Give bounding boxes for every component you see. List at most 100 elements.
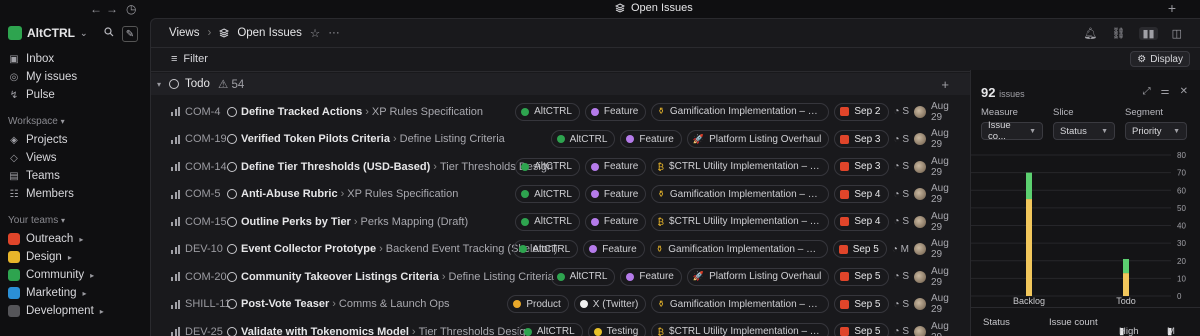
issue-row[interactable]: COM-14 Define Tier Thresholds (USD-Based)… <box>151 153 971 180</box>
priority-bars-icon[interactable] <box>171 299 180 309</box>
assignee-avatar[interactable] <box>914 325 926 336</box>
segment-select[interactable]: Priority ▼ <box>1125 122 1187 140</box>
cycle-date-chip[interactable]: Sep 3 <box>834 157 889 176</box>
col-issue-count[interactable]: Issue count <box>1049 317 1098 328</box>
sidebar-item-teams[interactable]: ▤ Teams <box>8 168 60 184</box>
team-chip[interactable]: AltCTRL <box>515 102 580 121</box>
issue-title[interactable]: Outline Perks by Tier › Perks Mapping (Dra… <box>241 216 468 228</box>
project-chip[interactable]: ₿ $CTRL Utility Implementation – Tiers <box>651 157 830 176</box>
estimate-label[interactable]: ◔ S <box>894 189 910 200</box>
label-chip[interactable]: Testing <box>587 322 647 336</box>
project-chip[interactable]: 🚀 Platform Listing Overhaul <box>686 267 830 286</box>
cycle-date-chip[interactable]: Sep 5 <box>834 295 889 313</box>
issue-row[interactable]: DEV-25 Validate with Tokenomics Model › Tie… <box>151 318 971 336</box>
status-todo-icon[interactable] <box>227 134 237 144</box>
status-todo-icon[interactable] <box>227 244 237 254</box>
issue-title[interactable]: Event Collector Prototype › Backend Event … <box>241 243 558 255</box>
sidebar-item-members[interactable]: ☷ Members <box>8 186 74 202</box>
assignee-avatar[interactable] <box>914 188 926 200</box>
breadcrumb-views[interactable]: Views <box>169 27 199 39</box>
priority-bars-icon[interactable] <box>171 189 180 199</box>
status-todo-icon[interactable] <box>227 271 237 282</box>
cycle-date-chip[interactable]: Sep 5 <box>832 240 887 258</box>
estimate-label[interactable]: ◔ S <box>894 134 910 145</box>
priority-bars-icon[interactable] <box>171 327 180 336</box>
side-panel-icon[interactable]: ◫ <box>1172 27 1182 40</box>
estimate-label[interactable]: ◔ S <box>894 161 910 172</box>
project-chip[interactable]: ⚱Gamification Implementation – Proof of … <box>649 240 828 258</box>
estimate-label[interactable]: ◔ M <box>892 244 909 255</box>
issue-title[interactable]: Anti-Abuse Rubric › XP Rules Specification <box>241 188 458 200</box>
team-chip[interactable]: AltCTRL <box>513 240 579 258</box>
estimate-label[interactable]: ◔ S <box>894 326 910 336</box>
sidebar-item-views[interactable]: ◇ Views <box>8 150 56 166</box>
issue-title[interactable]: Validate with Tokenomics Model › Tier Thre… <box>241 326 532 336</box>
link-icon[interactable]: ⛓︎ <box>1112 27 1126 40</box>
breadcrumb-current-view[interactable]: Open Issues <box>237 27 302 39</box>
assignee-avatar[interactable] <box>914 105 926 118</box>
star-icon[interactable]: ☆ <box>310 26 320 40</box>
chart-view-icon[interactable]: ▮▮ <box>1139 27 1158 40</box>
team-chip[interactable]: AltCTRL <box>550 267 616 286</box>
label-chip[interactable]: Feature <box>583 240 645 258</box>
project-chip[interactable]: ⚱Gamification Implementation – Proof of … <box>651 102 830 121</box>
sidebar-item-my-issues[interactable]: ◎ My issues <box>8 69 78 85</box>
add-issue-icon[interactable]: + <box>941 77 949 92</box>
team-chip[interactable]: AltCTRL <box>515 185 580 203</box>
status-todo-icon[interactable] <box>227 161 237 172</box>
estimate-label[interactable]: ◔ S <box>894 106 910 117</box>
teams-section-header[interactable]: Your teams ▾ <box>8 215 65 226</box>
history-icon[interactable]: ◷ <box>126 2 136 16</box>
cycle-date-chip[interactable]: Sep 4 <box>834 212 889 231</box>
bar-todo-medium[interactable] <box>1123 258 1129 274</box>
estimate-label[interactable]: ◔ S <box>894 299 910 310</box>
status-todo-icon[interactable] <box>227 189 237 199</box>
issue-row[interactable]: COM-19 Verified Token Pilots Criteria › Def… <box>151 126 971 153</box>
team-chip[interactable]: AltCTRL <box>515 157 580 176</box>
issue-row[interactable]: SHILL-11 Post-Vote Teaser › Comms & Launch … <box>151 291 971 318</box>
new-tab-icon[interactable]: + <box>1168 0 1176 16</box>
status-todo-icon[interactable] <box>227 326 237 336</box>
assignee-avatar[interactable] <box>914 215 926 228</box>
team-chip[interactable]: AltCTRL <box>550 130 616 148</box>
issue-row[interactable]: COM-5 Anti-Abuse Rubric › XP Rules Specific… <box>151 181 971 208</box>
issue-row[interactable]: COM-4 Define Tracked Actions › XP Rules Spe… <box>151 98 971 125</box>
bell-icon[interactable]: 🔔︎ <box>1084 27 1098 40</box>
sidebar-team-marketing[interactable]: Marketing ▸ <box>8 285 87 301</box>
priority-bars-icon[interactable] <box>171 217 180 226</box>
status-todo-icon[interactable] <box>227 299 237 309</box>
project-chip[interactable]: ⚱Gamification Implementation – Proof of … <box>651 295 830 313</box>
issue-title[interactable]: Define Tier Thresholds (USD-Based) › Tier … <box>241 161 553 173</box>
settings-sliders-icon[interactable]: ⚌ <box>1161 86 1170 97</box>
issue-title[interactable]: Post-Vote Teaser › Comms & Launch Ops <box>241 298 450 310</box>
bar-todo-high[interactable] <box>1123 273 1129 296</box>
workspace-section-header[interactable]: Workspace ▾ <box>8 116 65 127</box>
back-arrow-icon[interactable]: ← <box>90 2 102 16</box>
sidebar-team-outreach[interactable]: Outreach ▸ <box>8 231 83 247</box>
close-icon[interactable]: ✕ <box>1180 86 1188 97</box>
cycle-date-chip[interactable]: Sep 3 <box>834 130 889 148</box>
cycle-date-chip[interactable]: Sep 5 <box>834 322 889 336</box>
assignee-avatar[interactable] <box>914 270 926 283</box>
bar-backlog-high[interactable] <box>1026 199 1032 296</box>
display-button[interactable]: ⚙ Display <box>1130 51 1190 67</box>
team-chip[interactable]: Product <box>507 295 569 313</box>
issue-row[interactable]: COM-15 Outline Perks by Tier › Perks Mappin… <box>151 208 971 235</box>
workspace-switcher[interactable]: AltCTRL ⌄ <box>8 26 88 40</box>
priority-bars-icon[interactable] <box>171 134 180 144</box>
estimate-label[interactable]: ◔ S <box>894 216 910 227</box>
forward-arrow-icon[interactable]: → <box>106 2 118 16</box>
more-options-icon[interactable]: ··· <box>328 27 340 39</box>
sidebar-item-inbox[interactable]: ▣ Inbox <box>8 51 54 67</box>
measure-select[interactable]: Issue co... ▼ <box>981 120 1043 142</box>
label-chip[interactable]: Feature <box>620 130 682 148</box>
project-chip[interactable]: ₿ $CTRL Utility Implementation – Tiers <box>651 212 830 231</box>
assignee-avatar[interactable] <box>914 298 926 310</box>
sidebar-item-projects[interactable]: ◈ Projects <box>8 132 67 148</box>
issue-row[interactable]: DEV-10 Event Collector Prototype › Backend … <box>151 236 971 263</box>
assignee-avatar[interactable] <box>914 243 926 255</box>
sidebar-team-development[interactable]: Development ▸ <box>8 303 104 319</box>
issue-row[interactable]: COM-20 Community Takeover Listings Criter… <box>151 263 971 290</box>
project-chip[interactable]: 🚀 Platform Listing Overhaul <box>686 130 830 148</box>
expand-icon[interactable]: ⤢ <box>1143 86 1151 97</box>
